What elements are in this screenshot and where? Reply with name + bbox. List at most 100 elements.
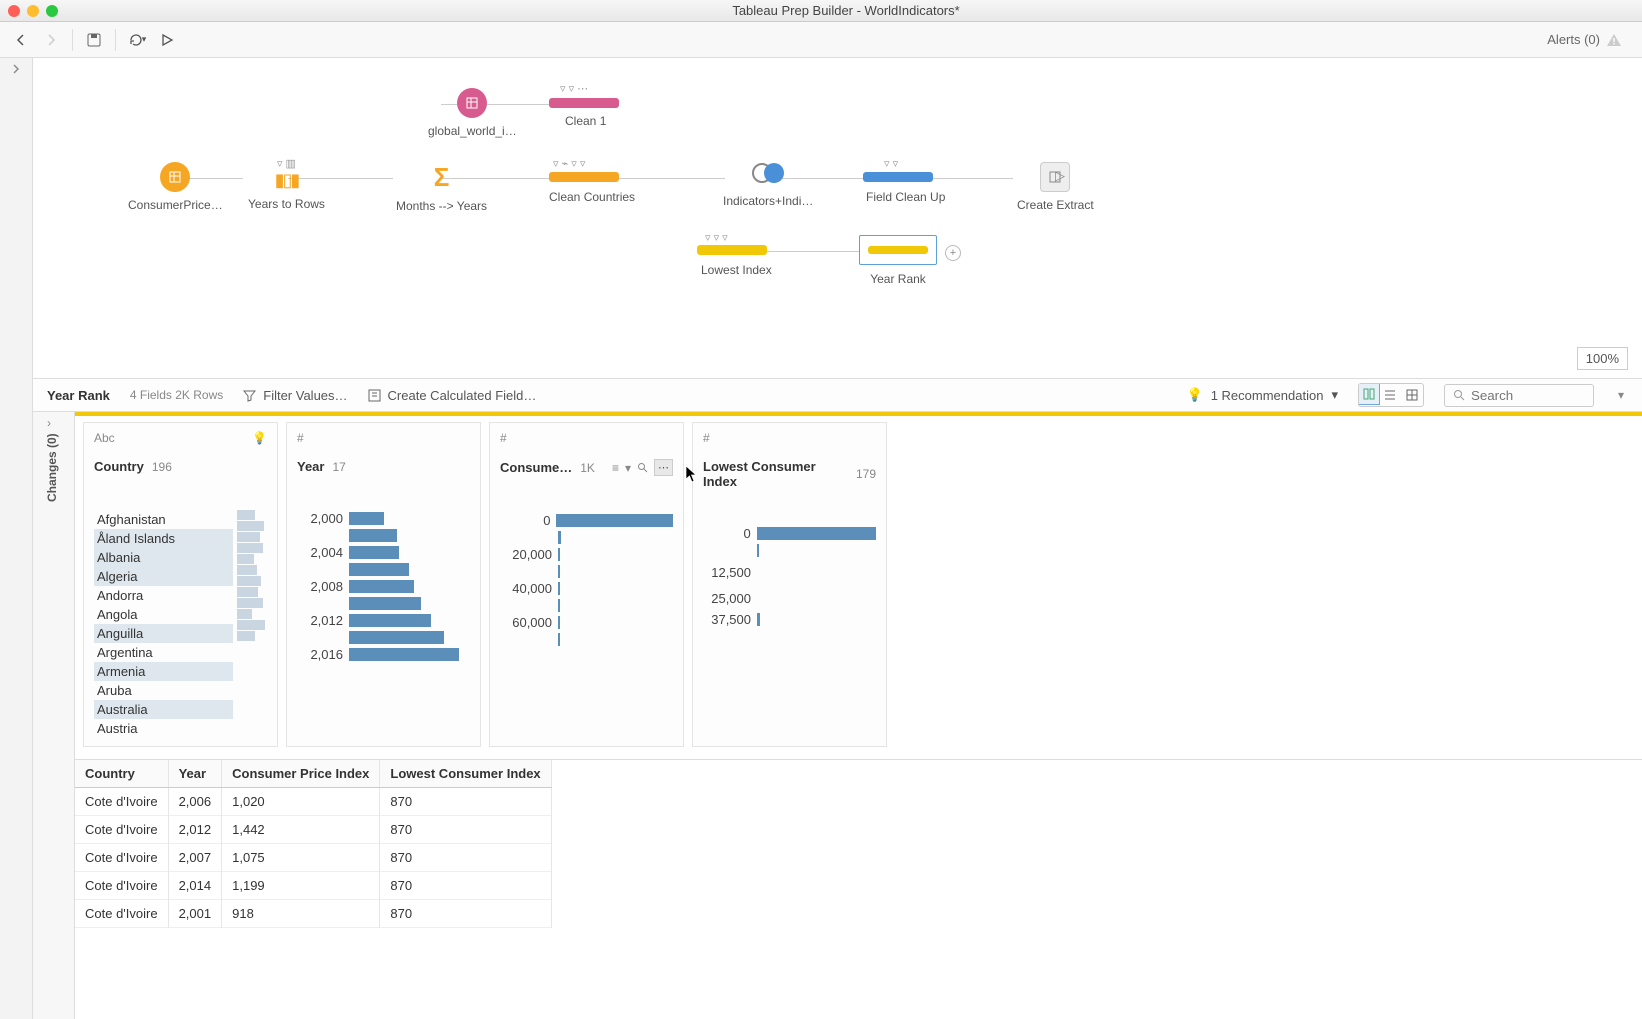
flow-node-indicators[interactable]: Indicators+Indi…: [723, 161, 813, 208]
field-count: 1K: [580, 461, 595, 475]
toolbar-forward-button[interactable]: [36, 26, 66, 54]
lowest-histogram: 0 12,500 25,000 37,500: [703, 525, 876, 628]
data-grid[interactable]: Country Year Consumer Price Index Lowest…: [75, 759, 1642, 928]
maximize-window-button[interactable]: [46, 5, 58, 17]
type-string-icon: Abc: [94, 431, 115, 445]
changes-rail[interactable]: › Changes (0): [33, 412, 75, 1019]
type-number-icon: #: [297, 431, 304, 445]
toolbar-save-button[interactable]: [79, 26, 109, 54]
flow-node-lowest-index[interactable]: Lowest Index: [701, 257, 772, 277]
create-calc-field-button[interactable]: Create Calculated Field…: [368, 388, 537, 403]
chevron-down-icon[interactable]: ▾: [625, 461, 631, 475]
type-number-icon: #: [500, 431, 507, 445]
toolbar-back-button[interactable]: [6, 26, 36, 54]
join-icon: [752, 161, 784, 185]
sort-icon[interactable]: ≡: [612, 461, 619, 475]
table-row[interactable]: Cote d'Ivoire2,0121,442870: [75, 816, 551, 844]
sigma-icon: Σ: [434, 162, 450, 192]
filter-values-button[interactable]: Filter Values…: [243, 388, 347, 403]
flow-node-year-rank[interactable]: + Year Rank: [859, 235, 937, 286]
node-label: Field Clean Up: [866, 190, 945, 204]
search-input[interactable]: [1444, 384, 1594, 407]
profile-view-button[interactable]: [1358, 383, 1380, 405]
step-title: Year Rank: [47, 388, 110, 403]
col-header[interactable]: Year: [168, 760, 222, 788]
app-toolbar: ▾ Alerts (0): [0, 22, 1642, 58]
toolbar-run-button[interactable]: [152, 26, 182, 54]
zoom-level[interactable]: 100%: [1577, 347, 1628, 370]
node-mini-icons: ▿ ▿: [884, 157, 898, 170]
alerts-label: Alerts (0): [1547, 32, 1600, 47]
search-icon: [1453, 389, 1465, 401]
col-header[interactable]: Country: [75, 760, 168, 788]
left-panel-handle[interactable]: [0, 58, 33, 1019]
flow-node-global-world[interactable]: global_world_i…: [428, 88, 517, 138]
profile-cards-row: Abc 💡 Country 196 Afghanistan Åland Isla…: [75, 416, 1642, 759]
flow-node-create-extract[interactable]: ▷ Create Extract: [1017, 162, 1094, 212]
recommendations-button[interactable]: 💡 1 Recommendation ▾: [1187, 387, 1338, 403]
table-cell: 2,001: [168, 900, 222, 928]
list-view-button[interactable]: [1379, 384, 1401, 406]
node-label: Clean 1: [565, 114, 606, 128]
run-output-icon[interactable]: ▷: [1055, 168, 1065, 184]
flow-node-field-clean-up[interactable]: Field Clean Up: [866, 184, 945, 204]
flow-node-clean-countries[interactable]: Clean Countries: [549, 184, 635, 204]
table-row[interactable]: Cote d'Ivoire2,0071,075870: [75, 844, 551, 872]
node-label: Indicators+Indi…: [723, 194, 813, 208]
field-card-year[interactable]: # Year 17 2,000 2,004 2,008 2,01: [286, 422, 481, 747]
consume-histogram: 0 20,000 40,000 60,000: [500, 512, 673, 648]
search-field[interactable]: [1471, 388, 1585, 403]
table-cell: 1,075: [222, 844, 380, 872]
calc-icon: [368, 389, 381, 402]
col-header[interactable]: Consumer Price Index: [222, 760, 380, 788]
lightbulb-icon[interactable]: 💡: [252, 431, 267, 445]
table-cell: 870: [380, 844, 551, 872]
warning-icon: [1606, 32, 1622, 48]
flow-node-months-years[interactable]: Σ Months --> Years: [396, 162, 487, 213]
table-row[interactable]: Cote d'Ivoire2,001918870: [75, 900, 551, 928]
alerts-indicator[interactable]: Alerts (0): [1547, 32, 1636, 48]
pivot-icon: ▿ ▥: [248, 157, 325, 170]
node-label: Years to Rows: [248, 197, 325, 211]
table-cell: 1,020: [222, 788, 380, 816]
lightbulb-icon: 💡: [1187, 387, 1203, 403]
flow-node-years-to-rows[interactable]: ▿ ▥ ▮▯▮ Years to Rows: [248, 157, 325, 211]
toolbar-refresh-button[interactable]: ▾: [122, 26, 152, 54]
sparkbars: [237, 510, 267, 738]
macos-titlebar: Tableau Prep Builder - WorldIndicators*: [0, 0, 1642, 22]
grid-header-row: Country Year Consumer Price Index Lowest…: [75, 760, 551, 788]
table-row[interactable]: Cote d'Ivoire2,0061,020870: [75, 788, 551, 816]
field-count: 179: [856, 467, 876, 481]
close-window-button[interactable]: [8, 5, 20, 17]
year-histogram: 2,000 2,004 2,008 2,012 2,016: [297, 510, 470, 663]
expand-panel-button[interactable]: ▾: [1614, 384, 1628, 406]
grid-view-button[interactable]: [1401, 384, 1423, 406]
chevron-right-icon: ›: [47, 416, 51, 430]
search-icon[interactable]: [637, 462, 648, 473]
chevron-down-icon: ▾: [1331, 387, 1338, 403]
field-card-consume[interactable]: # Consume… 1K ≡ ▾ ⋯ 0: [489, 422, 684, 747]
node-mini-icons: ▿ ⌁ ▿ ▿: [553, 157, 585, 170]
table-cell: 870: [380, 816, 551, 844]
add-step-button[interactable]: +: [945, 245, 961, 261]
flow-canvas[interactable]: global_world_i… ▿ ▿ ⋯ Clean 1 ConsumerPr…: [33, 58, 1642, 378]
field-count: 196: [152, 460, 172, 474]
node-label: Lowest Index: [701, 263, 772, 277]
view-mode-toggle: [1358, 383, 1424, 407]
table-cell: 870: [380, 788, 551, 816]
table-row[interactable]: Cote d'Ivoire2,0141,199870: [75, 872, 551, 900]
field-card-lowest[interactable]: # Lowest Consumer Index 179 0 12,500 25,…: [692, 422, 887, 747]
flow-node-clean-1[interactable]: Clean 1: [565, 108, 606, 128]
table-cell: 918: [222, 900, 380, 928]
field-card-country[interactable]: Abc 💡 Country 196 Afghanistan Åland Isla…: [83, 422, 278, 747]
table-cell: Cote d'Ivoire: [75, 900, 168, 928]
field-name: Consume…: [500, 460, 572, 475]
minimize-window-button[interactable]: [27, 5, 39, 17]
field-name: Lowest Consumer Index: [703, 459, 848, 489]
table-cell: 2,006: [168, 788, 222, 816]
flow-node-consumer-price[interactable]: ConsumerPrice…: [128, 162, 223, 212]
field-count: 17: [332, 460, 345, 474]
type-number-icon: #: [703, 431, 710, 445]
col-header[interactable]: Lowest Consumer Index: [380, 760, 551, 788]
more-options-button[interactable]: ⋯: [654, 459, 673, 476]
